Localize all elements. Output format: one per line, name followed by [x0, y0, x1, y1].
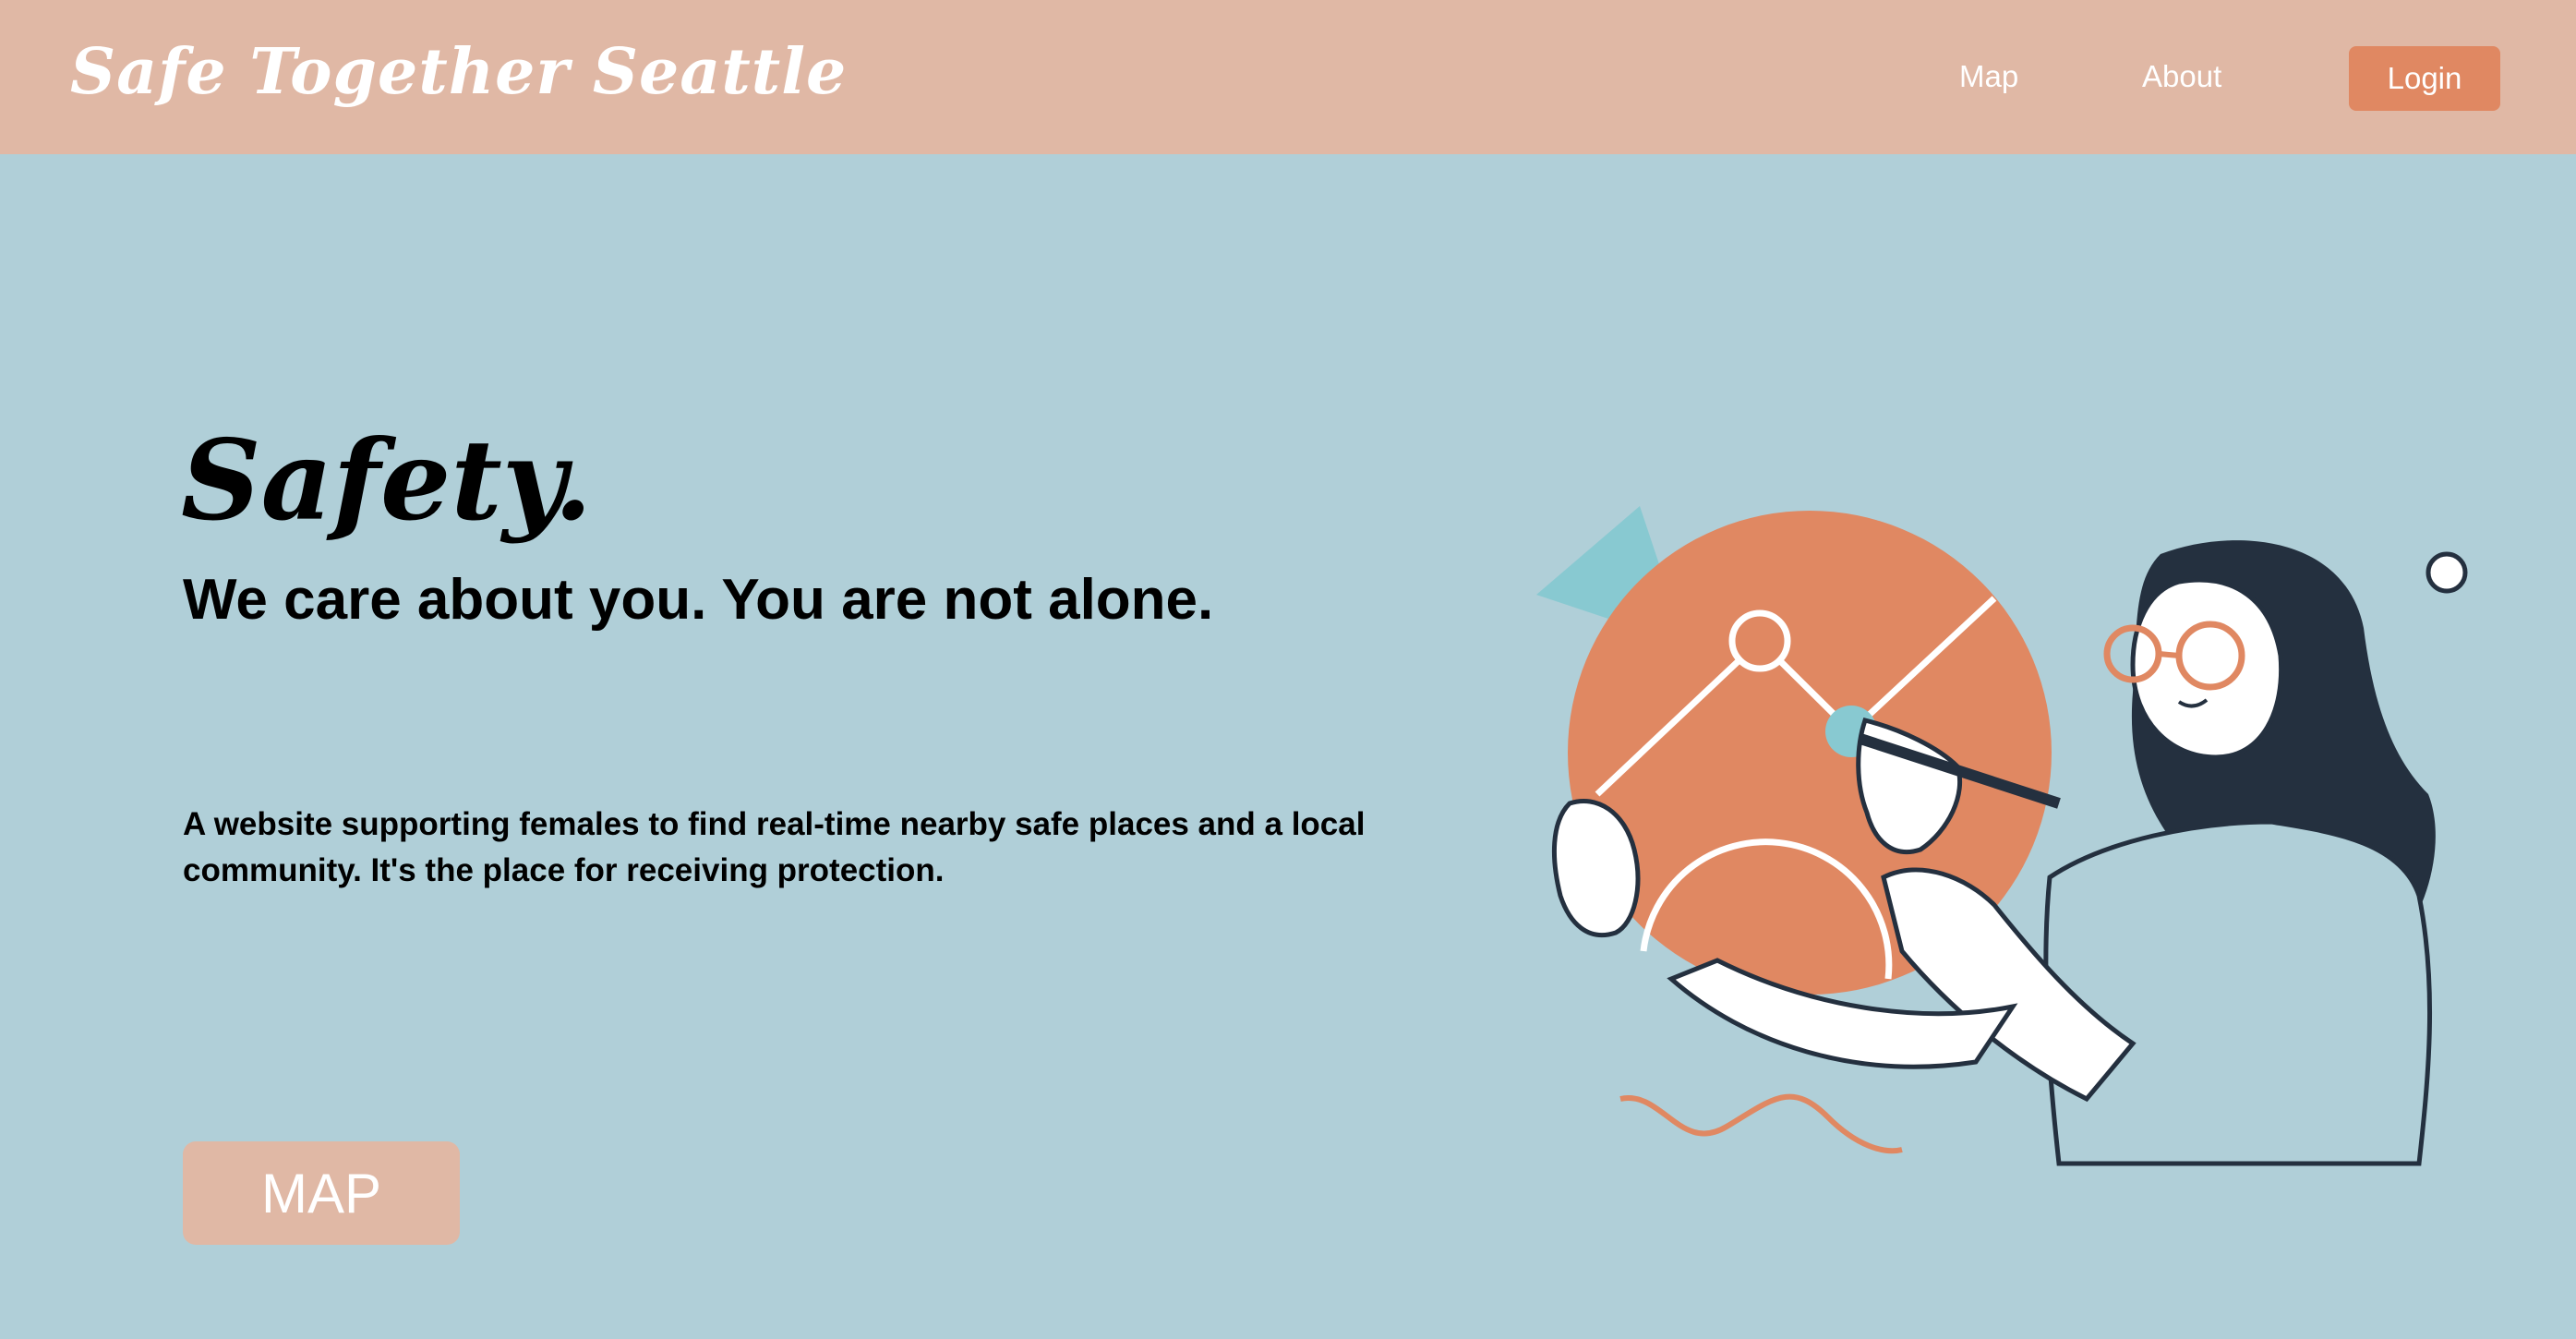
wavy-line-shape — [1619, 1093, 1903, 1154]
hero-heading: Safety. — [181, 416, 593, 546]
small-circle-shape — [2426, 551, 2468, 594]
nav-link-about[interactable]: About — [2142, 59, 2221, 94]
top-navbar: Safe Together Seattle Map About Login — [0, 0, 2576, 154]
hero-subheading: We care about you. You are not alone. — [183, 568, 1214, 632]
login-button[interactable]: Login — [2349, 46, 2500, 111]
woman-with-chart-illustration — [1536, 506, 2468, 1166]
hero-description: A website supporting females to find rea… — [183, 806, 1366, 888]
nav-link-map[interactable]: Map — [1959, 59, 2018, 94]
site-brand[interactable]: Safe Together Seattle — [70, 35, 847, 109]
woman-body — [2043, 819, 2433, 1166]
map-button[interactable]: MAP — [183, 1141, 460, 1245]
